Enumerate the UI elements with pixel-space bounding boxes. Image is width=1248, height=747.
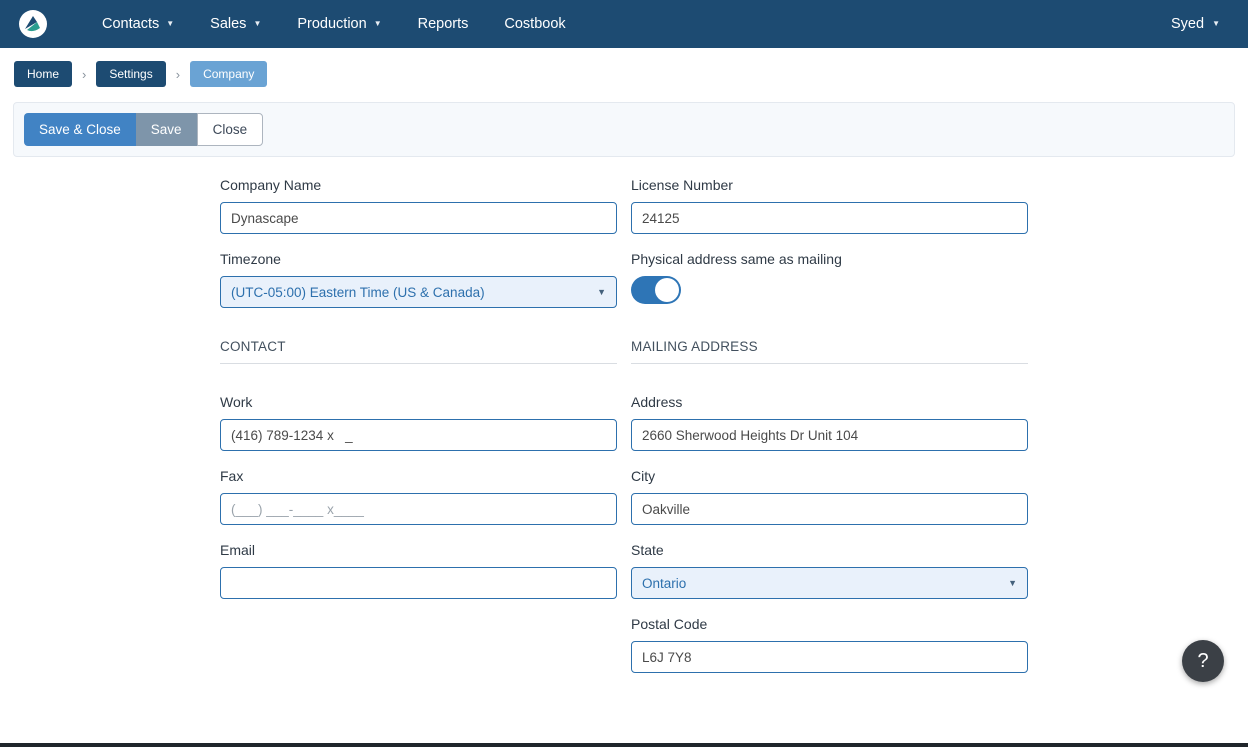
nav-label-costbook: Costbook — [504, 16, 565, 32]
address-field-group: Address — [631, 394, 1028, 451]
license-number-input[interactable] — [631, 202, 1028, 234]
toolbar-button-group: Save & Close Save Close — [24, 113, 263, 146]
company-name-field-group: Company Name — [220, 177, 617, 234]
postal-code-field-group: Postal Code — [631, 616, 1028, 673]
nav-item-costbook[interactable]: Costbook — [488, 8, 581, 40]
breadcrumb-company[interactable]: Company — [190, 61, 267, 87]
chevron-down-icon: ▼ — [1008, 578, 1017, 588]
breadcrumb-home[interactable]: Home — [14, 61, 72, 87]
city-field-group: City — [631, 468, 1028, 525]
city-label: City — [631, 468, 1028, 484]
logo-icon — [18, 9, 48, 39]
chevron-down-icon: ▼ — [166, 20, 174, 28]
work-phone-input[interactable] — [220, 419, 617, 451]
company-name-label: Company Name — [220, 177, 617, 193]
help-button[interactable]: ? — [1182, 640, 1224, 682]
nav-label-production: Production — [297, 16, 366, 32]
action-toolbar: Save & Close Save Close — [13, 102, 1235, 157]
save-button[interactable]: Save — [136, 113, 197, 146]
postal-code-label: Postal Code — [631, 616, 1028, 632]
fax-label: Fax — [220, 468, 617, 484]
user-name: Syed — [1171, 16, 1204, 32]
license-number-label: License Number — [631, 177, 1028, 193]
chevron-down-icon: ▼ — [374, 20, 382, 28]
timezone-select[interactable]: (UTC-05:00) Eastern Time (US & Canada) ▼ — [220, 276, 617, 308]
email-label: Email — [220, 542, 617, 558]
state-select[interactable]: Ontario ▼ — [631, 567, 1028, 599]
physical-same-field-group: Physical address same as mailing — [631, 251, 1028, 308]
contact-section-header: CONTACT — [220, 339, 617, 364]
work-label: Work — [220, 394, 617, 410]
nav-item-contacts[interactable]: Contacts ▼ — [86, 8, 190, 40]
fax-input[interactable] — [220, 493, 617, 525]
user-menu[interactable]: Syed ▼ — [1161, 8, 1230, 40]
breadcrumb-settings[interactable]: Settings — [96, 61, 165, 87]
breadcrumb: Home › Settings › Company — [0, 48, 1248, 100]
timezone-selected-value: (UTC-05:00) Eastern Time (US & Canada) — [231, 285, 597, 300]
company-settings-form: Company Name License Number Timezone (UT… — [220, 177, 1028, 690]
empty-cell — [220, 616, 617, 690]
close-button[interactable]: Close — [197, 113, 264, 146]
main-nav: Contacts ▼ Sales ▼ Production ▼ Reports … — [86, 8, 582, 40]
nav-label-contacts: Contacts — [102, 16, 159, 32]
toggle-knob-icon — [655, 278, 679, 302]
timezone-field-group: Timezone (UTC-05:00) Eastern Time (US & … — [220, 251, 617, 308]
postal-code-input[interactable] — [631, 641, 1028, 673]
chevron-down-icon: ▼ — [597, 287, 606, 297]
nav-label-reports: Reports — [418, 16, 469, 32]
bottom-strip — [0, 743, 1248, 747]
license-number-field-group: License Number — [631, 177, 1028, 234]
breadcrumb-separator-icon: › — [176, 67, 180, 82]
nav-item-sales[interactable]: Sales ▼ — [194, 8, 277, 40]
state-field-group: State Ontario ▼ — [631, 542, 1028, 599]
app-logo[interactable] — [18, 9, 48, 39]
nav-item-production[interactable]: Production ▼ — [281, 8, 397, 40]
chevron-down-icon: ▼ — [253, 20, 261, 28]
state-label: State — [631, 542, 1028, 558]
address-input[interactable] — [631, 419, 1028, 451]
company-name-input[interactable] — [220, 202, 617, 234]
breadcrumb-separator-icon: › — [82, 67, 86, 82]
city-input[interactable] — [631, 493, 1028, 525]
save-and-close-button[interactable]: Save & Close — [24, 113, 136, 146]
work-field-group: Work — [220, 394, 617, 451]
physical-same-toggle[interactable] — [631, 276, 681, 304]
chevron-down-icon: ▼ — [1212, 20, 1220, 28]
fax-field-group: Fax — [220, 468, 617, 525]
state-selected-value: Ontario — [642, 576, 1008, 591]
timezone-label: Timezone — [220, 251, 617, 267]
email-field-group: Email — [220, 542, 617, 599]
top-navbar: Contacts ▼ Sales ▼ Production ▼ Reports … — [0, 0, 1248, 48]
nav-label-sales: Sales — [210, 16, 246, 32]
email-input[interactable] — [220, 567, 617, 599]
address-label: Address — [631, 394, 1028, 410]
mailing-address-section-header: MAILING ADDRESS — [631, 339, 1028, 364]
nav-item-reports[interactable]: Reports — [402, 8, 485, 40]
physical-same-label: Physical address same as mailing — [631, 251, 1028, 267]
